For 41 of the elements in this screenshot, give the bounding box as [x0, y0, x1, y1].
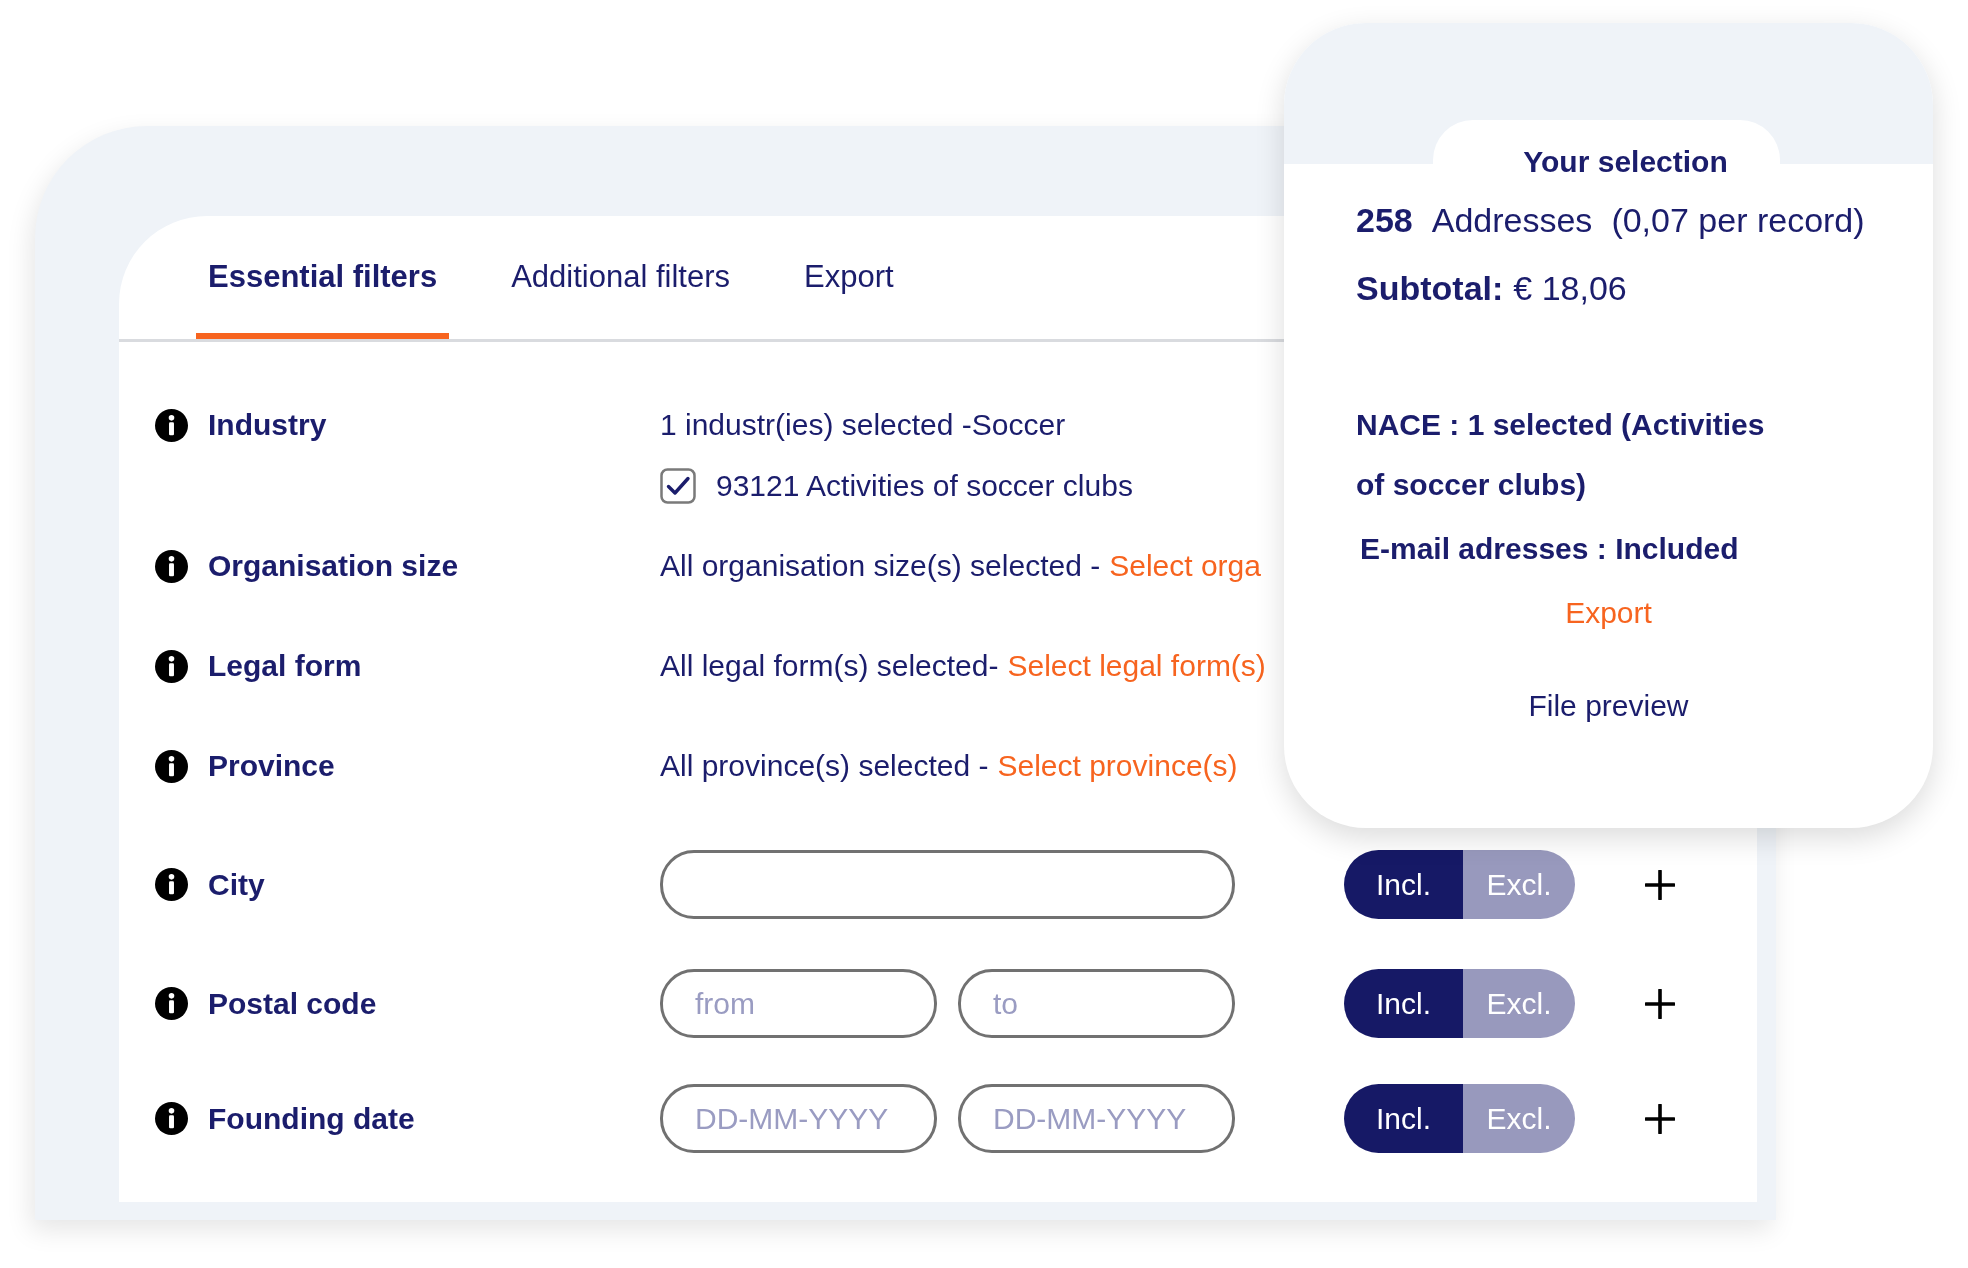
plus-icon[interactable] [1645, 1103, 1675, 1134]
preview-link[interactable]: File preview [1528, 686, 1689, 726]
filter-label: Province [207, 748, 336, 784]
info-icon[interactable] [155, 650, 188, 683]
toggle-option[interactable]: Incl. [1344, 969, 1463, 1038]
checkbox-label: 93121 Activities of soccer clubs [716, 468, 1133, 504]
input-field[interactable]: from [660, 969, 937, 1038]
filter-summary: All organisation size(s) selected - [660, 548, 1101, 584]
subtotal-value: € 18,06 [1513, 268, 1627, 309]
info-icon[interactable] [155, 1102, 188, 1135]
filter-summary: 1 industr(ies) selected -Soccer [660, 407, 1066, 443]
tab[interactable]: Additional filters [499, 245, 742, 339]
filter-label: Postal code [207, 985, 378, 1022]
filter-label: Organisation size [207, 548, 460, 584]
info-icon[interactable] [155, 409, 188, 442]
plus-icon[interactable] [1645, 988, 1675, 1019]
checkbox[interactable] [660, 468, 696, 504]
info-icon[interactable] [155, 987, 188, 1020]
filter-label: City [207, 866, 266, 903]
subtotal-label: Subtotal: [1356, 268, 1504, 309]
tab[interactable]: Export [792, 245, 906, 339]
info-icon[interactable] [155, 750, 188, 783]
filter-label: Industry [207, 407, 328, 443]
card-title: Your selection [1523, 145, 1728, 178]
toggle-option[interactable]: Incl. [1344, 850, 1463, 919]
plus-icon[interactable] [1645, 869, 1675, 900]
input-field[interactable]: DD-MM-YYYY [958, 1084, 1235, 1153]
criteria-text: E-mail adresses : Included [1360, 531, 1740, 567]
filter-label: Legal form [207, 648, 363, 684]
filter-summary: All legal form(s) selected- [660, 648, 999, 684]
price-note: (0,07 per record) [1611, 200, 1865, 241]
info-icon[interactable] [155, 550, 188, 583]
record-count: 258 [1356, 200, 1413, 241]
count-label: Addresses [1431, 200, 1593, 241]
filter-summary: All province(s) selected - [660, 748, 989, 784]
toggle-option[interactable]: Incl. [1344, 1084, 1463, 1153]
input-field[interactable]: DD-MM-YYYY [660, 1084, 937, 1153]
criteria-text: NACE : 1 selected (Activities of soccer clubs) [1356, 407, 1766, 503]
info-icon[interactable] [155, 868, 188, 901]
filter-label: Founding date [207, 1100, 416, 1137]
input-field[interactable]: to [958, 969, 1235, 1038]
